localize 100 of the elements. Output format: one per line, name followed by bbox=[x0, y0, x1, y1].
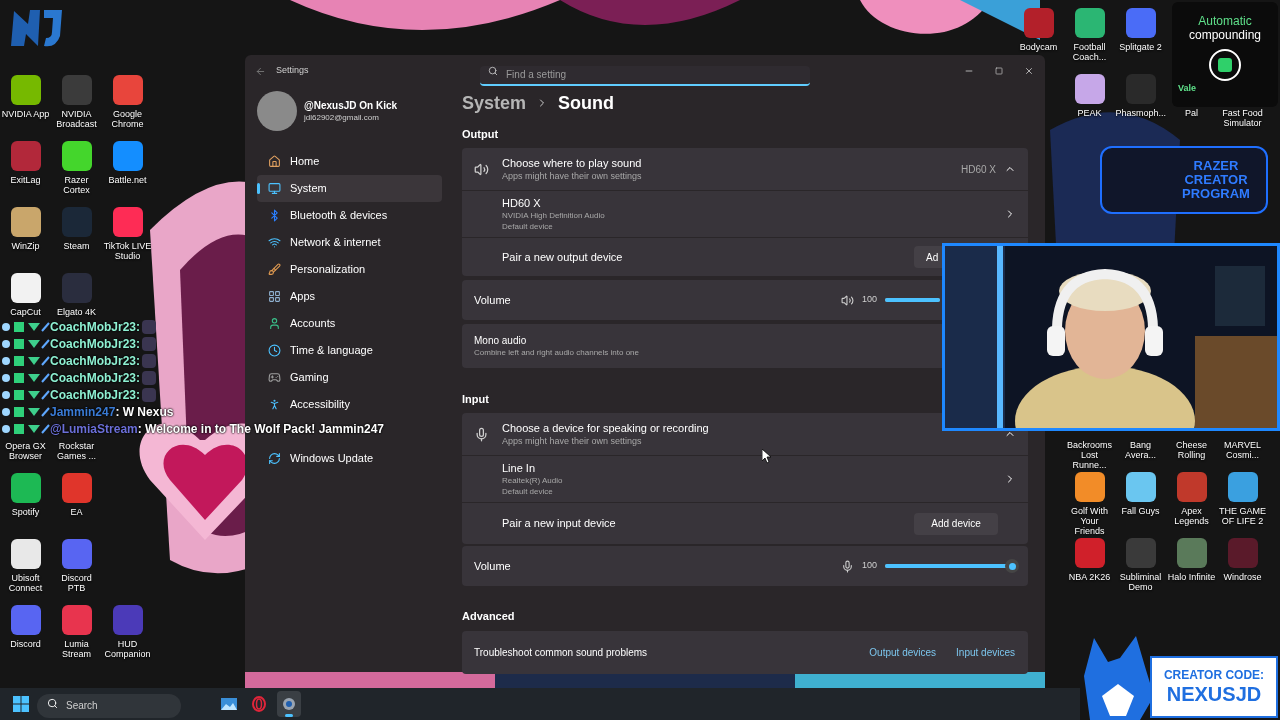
nav-icon bbox=[268, 209, 281, 222]
breadcrumb-item[interactable]: System bbox=[462, 89, 527, 117]
app-icon[interactable] bbox=[10, 75, 41, 105]
app-label: Discord PTB bbox=[60, 573, 93, 593]
close-icon[interactable] bbox=[1024, 66, 1034, 76]
slider-thumb[interactable] bbox=[1005, 559, 1019, 573]
chat-username: CoachMobJr23: bbox=[50, 352, 141, 370]
avatar bbox=[257, 91, 297, 131]
app-icon[interactable] bbox=[61, 141, 92, 171]
device-name: HD60 X bbox=[502, 196, 542, 210]
pair-label: Pair a new input device bbox=[502, 516, 616, 532]
gear-icon bbox=[281, 696, 297, 712]
app-icon[interactable] bbox=[1074, 74, 1105, 104]
nav-item[interactable]: System bbox=[257, 175, 442, 202]
app-label: Cheese Rolling bbox=[1175, 440, 1208, 460]
ad-subline: compounding bbox=[1188, 28, 1262, 42]
app-icon[interactable] bbox=[10, 539, 41, 569]
app-icon[interactable] bbox=[10, 207, 41, 237]
search-field[interactable]: Find a setting bbox=[480, 65, 810, 86]
overlay-title: RAZER CREATOR PROGRAM bbox=[1181, 159, 1251, 201]
setting-subtitle: Combine left and right audio channels into one bbox=[474, 347, 640, 358]
device-status: Default device bbox=[502, 221, 554, 232]
app-label: Spotify bbox=[10, 507, 41, 517]
nav-item[interactable]: Accessibility bbox=[257, 391, 442, 418]
chat-username: CoachMobJr23: bbox=[50, 318, 141, 336]
app-icon[interactable] bbox=[1125, 472, 1156, 502]
nav-icon bbox=[268, 290, 281, 303]
profile-email: jdl62902@gmail.com bbox=[304, 112, 380, 123]
app-label: ExitLag bbox=[9, 175, 42, 185]
nav-item[interactable]: Personalization bbox=[257, 256, 442, 283]
selected-device: HD60 X bbox=[961, 162, 996, 177]
back-icon[interactable] bbox=[255, 65, 266, 77]
troubleshoot-link[interactable]: Output devices bbox=[869, 645, 937, 660]
volume-label: Volume bbox=[474, 558, 511, 574]
nav-item[interactable]: Windows Update bbox=[257, 445, 442, 472]
nav-item[interactable]: Time & language bbox=[257, 337, 442, 364]
app-label: NVIDIA App bbox=[0, 109, 51, 119]
app-label: HUD Companion bbox=[103, 639, 152, 659]
add-device-button[interactable]: Ad bbox=[914, 246, 942, 268]
app-label: Rockstar Games ... bbox=[56, 441, 97, 461]
start-icon[interactable] bbox=[13, 696, 29, 712]
app-label: Golf With Your Friends bbox=[1070, 506, 1109, 536]
nav-item[interactable]: Network & internet bbox=[257, 229, 442, 256]
app-label: Splitgate 2 bbox=[1118, 42, 1163, 52]
nav-item[interactable]: Home bbox=[257, 148, 442, 175]
nav-item[interactable]: Apps bbox=[257, 283, 442, 310]
setting-title: Choose a device for speaking or recording bbox=[502, 421, 709, 435]
app-icon[interactable] bbox=[10, 473, 41, 503]
microphone-icon bbox=[840, 559, 854, 573]
device-chooser[interactable]: Choose a device for speaking or recording Apps might have their own settings bbox=[462, 413, 1028, 455]
creator-code-label: CREATOR CODE: bbox=[1163, 668, 1265, 682]
nav-item[interactable]: Accounts bbox=[257, 310, 442, 337]
nav-icon bbox=[268, 371, 281, 384]
device-driver: NVIDIA High Definition Audio bbox=[502, 210, 605, 221]
app-label: CapCut bbox=[9, 307, 42, 317]
app-label: Google Chrome bbox=[110, 109, 145, 129]
microphone-icon bbox=[474, 426, 489, 442]
chat-badge-icon bbox=[0, 371, 50, 384]
app-icon[interactable] bbox=[10, 273, 41, 303]
app-label: Pal bbox=[1184, 108, 1199, 118]
app-label: EA bbox=[69, 507, 84, 517]
app-icon[interactable] bbox=[1023, 8, 1054, 38]
nav-item[interactable]: Bluetooth & devices bbox=[257, 202, 442, 229]
app-icon[interactable] bbox=[1227, 472, 1258, 502]
app-icon[interactable] bbox=[1074, 8, 1105, 38]
search-icon bbox=[488, 66, 498, 76]
nav-icon bbox=[268, 317, 281, 330]
creator-code: NEXUSJD bbox=[1166, 682, 1262, 706]
pair-label: Pair a new output device bbox=[502, 249, 623, 265]
taskbar-app[interactable] bbox=[277, 691, 301, 717]
app-label: Razer Cortex bbox=[62, 175, 91, 195]
volume-label: Volume bbox=[474, 292, 511, 308]
chat-username: CoachMobJr23: bbox=[50, 386, 141, 404]
app-label: Bodycam bbox=[1018, 42, 1059, 52]
profile-name: @NexusJD On Kick bbox=[304, 99, 398, 112]
chat-badge-icon bbox=[0, 422, 50, 435]
nav-item[interactable]: Gaming bbox=[257, 364, 442, 391]
add-device-button[interactable]: Add device bbox=[914, 512, 998, 535]
chat-badge-icon bbox=[0, 354, 50, 367]
chat-badge-icon bbox=[0, 337, 50, 350]
volume-reading: 100 bbox=[861, 293, 877, 307]
app-label: Elgato 4K bbox=[56, 307, 97, 317]
device-row[interactable]: HD60 X NVIDIA High Definition Audio Default device bbox=[462, 191, 1028, 237]
app-label: Football Coach... bbox=[1071, 42, 1108, 62]
app-icon[interactable] bbox=[1074, 472, 1105, 502]
app-label: PEAK bbox=[1076, 108, 1103, 118]
device-row[interactable]: Line In Realtek(R) Audio Default device bbox=[462, 456, 1028, 502]
taskbar-search[interactable]: Search bbox=[37, 693, 181, 718]
maximize-icon[interactable] bbox=[995, 67, 1003, 75]
nav-icon bbox=[268, 236, 281, 249]
setting-title: Mono audio bbox=[474, 334, 528, 347]
app-label: Halo Infinite bbox=[1166, 572, 1217, 582]
nav-icon bbox=[268, 182, 281, 195]
ad-brand: Vale bbox=[1178, 82, 1197, 95]
troubleshoot-link[interactable]: Input devices bbox=[956, 645, 1015, 660]
app-label: Windrose bbox=[1222, 572, 1263, 582]
chat-badge-icon bbox=[0, 405, 50, 418]
app-label: NVIDIA Broadcast bbox=[55, 109, 98, 129]
device-chooser[interactable]: Choose where to play sound Apps might have their own settings HD60 X bbox=[462, 148, 1028, 190]
app-label: Fall Guys bbox=[1120, 506, 1161, 516]
